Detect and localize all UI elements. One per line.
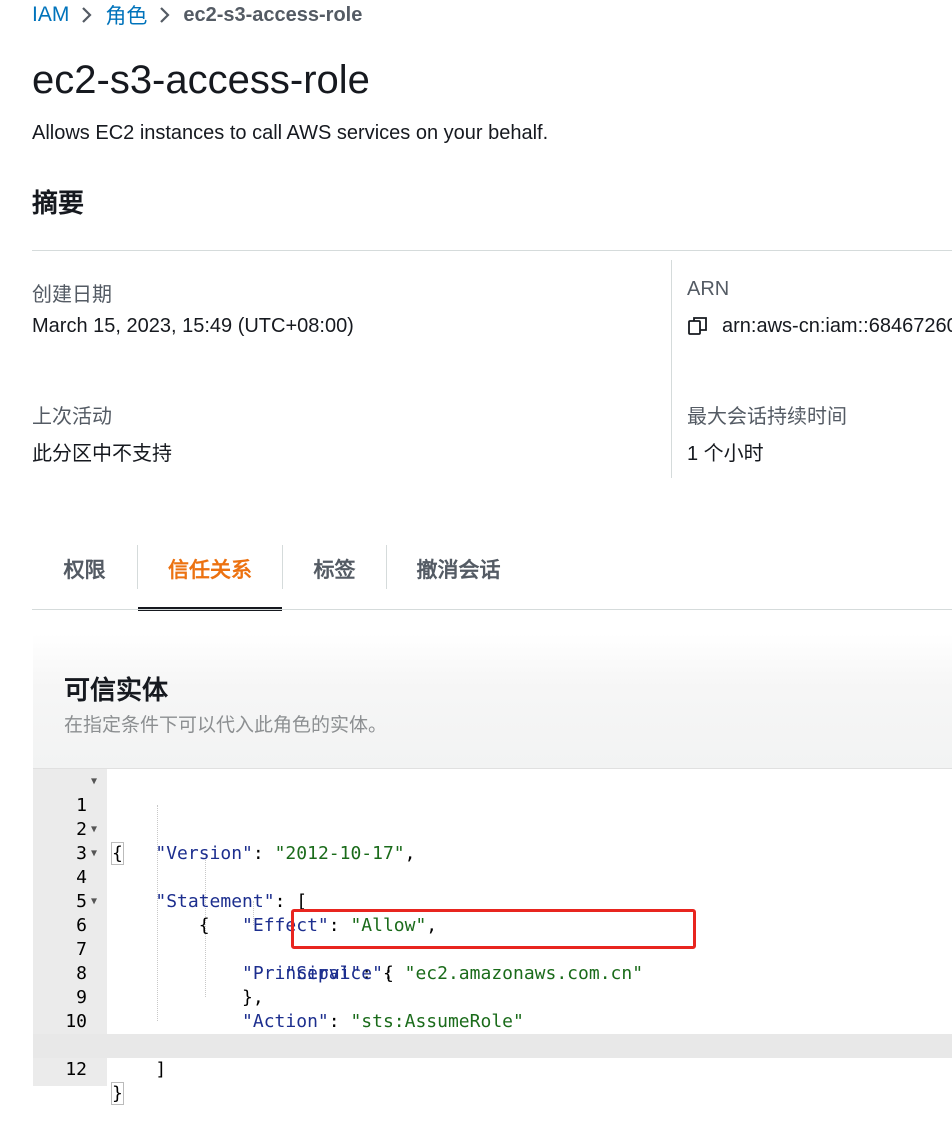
summary-column-divider	[671, 260, 672, 478]
tabs-divider	[32, 609, 952, 610]
code-line: 5 "Effect": "Allow",	[33, 866, 952, 936]
tab-trust-relationships[interactable]: 信任关系	[138, 528, 282, 611]
role-tabs: 权限 信任关系 标签 撤消会话	[32, 528, 952, 611]
code-line: 9 "Action": "sts:AssumeRole"	[33, 962, 952, 1032]
fold-arrow-icon[interactable]: ▼	[91, 818, 97, 842]
created-date-label: 创建日期	[32, 284, 112, 306]
code-line: 1 ▼ {	[33, 770, 952, 865]
copy-icon[interactable]	[687, 314, 711, 338]
trusted-entities-title: 可信实体	[64, 675, 169, 705]
breadcrumb: IAM 角色 ec2-s3-access-role	[32, 2, 362, 28]
last-activity-label: 上次活动	[32, 406, 112, 428]
max-session-label: 最大会话持续时间	[687, 406, 847, 428]
page-description: Allows EC2 instances to call AWS service…	[32, 122, 549, 144]
created-date-value: March 15, 2023, 15:49 (UTC+08:00)	[32, 315, 354, 337]
breadcrumb-current: ec2-s3-access-role	[183, 3, 363, 26]
breadcrumb-iam-link[interactable]: IAM	[32, 3, 69, 27]
chevron-right-icon	[69, 2, 105, 28]
arn-value: arn:aws-cn:iam::68467260	[722, 314, 952, 337]
service-highlight-box	[291, 909, 696, 949]
tab-revoke-sessions[interactable]: 撤消会话	[387, 528, 530, 610]
chevron-right-icon	[147, 2, 183, 28]
summary-divider	[32, 250, 952, 251]
line-number: 12	[65, 1059, 87, 1080]
arn-label: ARN	[687, 278, 730, 300]
summary-heading: 摘要	[32, 188, 85, 218]
code-line: 11 ]	[33, 1010, 952, 1080]
fold-arrow-icon[interactable]: ▼	[91, 770, 97, 794]
code-line: 4 ▼ {	[33, 842, 952, 936]
tab-tags[interactable]: 标签	[283, 528, 386, 610]
fold-arrow-icon[interactable]: ▼	[91, 842, 97, 866]
code-line: 3 ▼ "Statement": [	[33, 818, 952, 912]
code-line-active: 12 }	[33, 1034, 952, 1105]
code-line: 2 "Version": "2012-10-17",	[33, 794, 952, 864]
last-activity-value: 此分区中不支持	[32, 443, 172, 465]
page-title: ec2-s3-access-role	[32, 58, 370, 102]
tab-permissions[interactable]: 权限	[32, 528, 137, 610]
fold-arrow-icon[interactable]: ▼	[91, 890, 97, 914]
arn-row: arn:aws-cn:iam::68467260	[687, 314, 952, 338]
trusted-entities-description: 在指定条件下可以代入此角色的实体。	[64, 715, 388, 736]
max-session-value: 1 个小时	[687, 443, 764, 465]
breadcrumb-roles-link[interactable]: 角色	[105, 0, 147, 30]
code-line: 10 }	[33, 986, 952, 1056]
trusted-entities-header: 可信实体 在指定条件下可以代入此角色的实体。	[33, 634, 952, 769]
